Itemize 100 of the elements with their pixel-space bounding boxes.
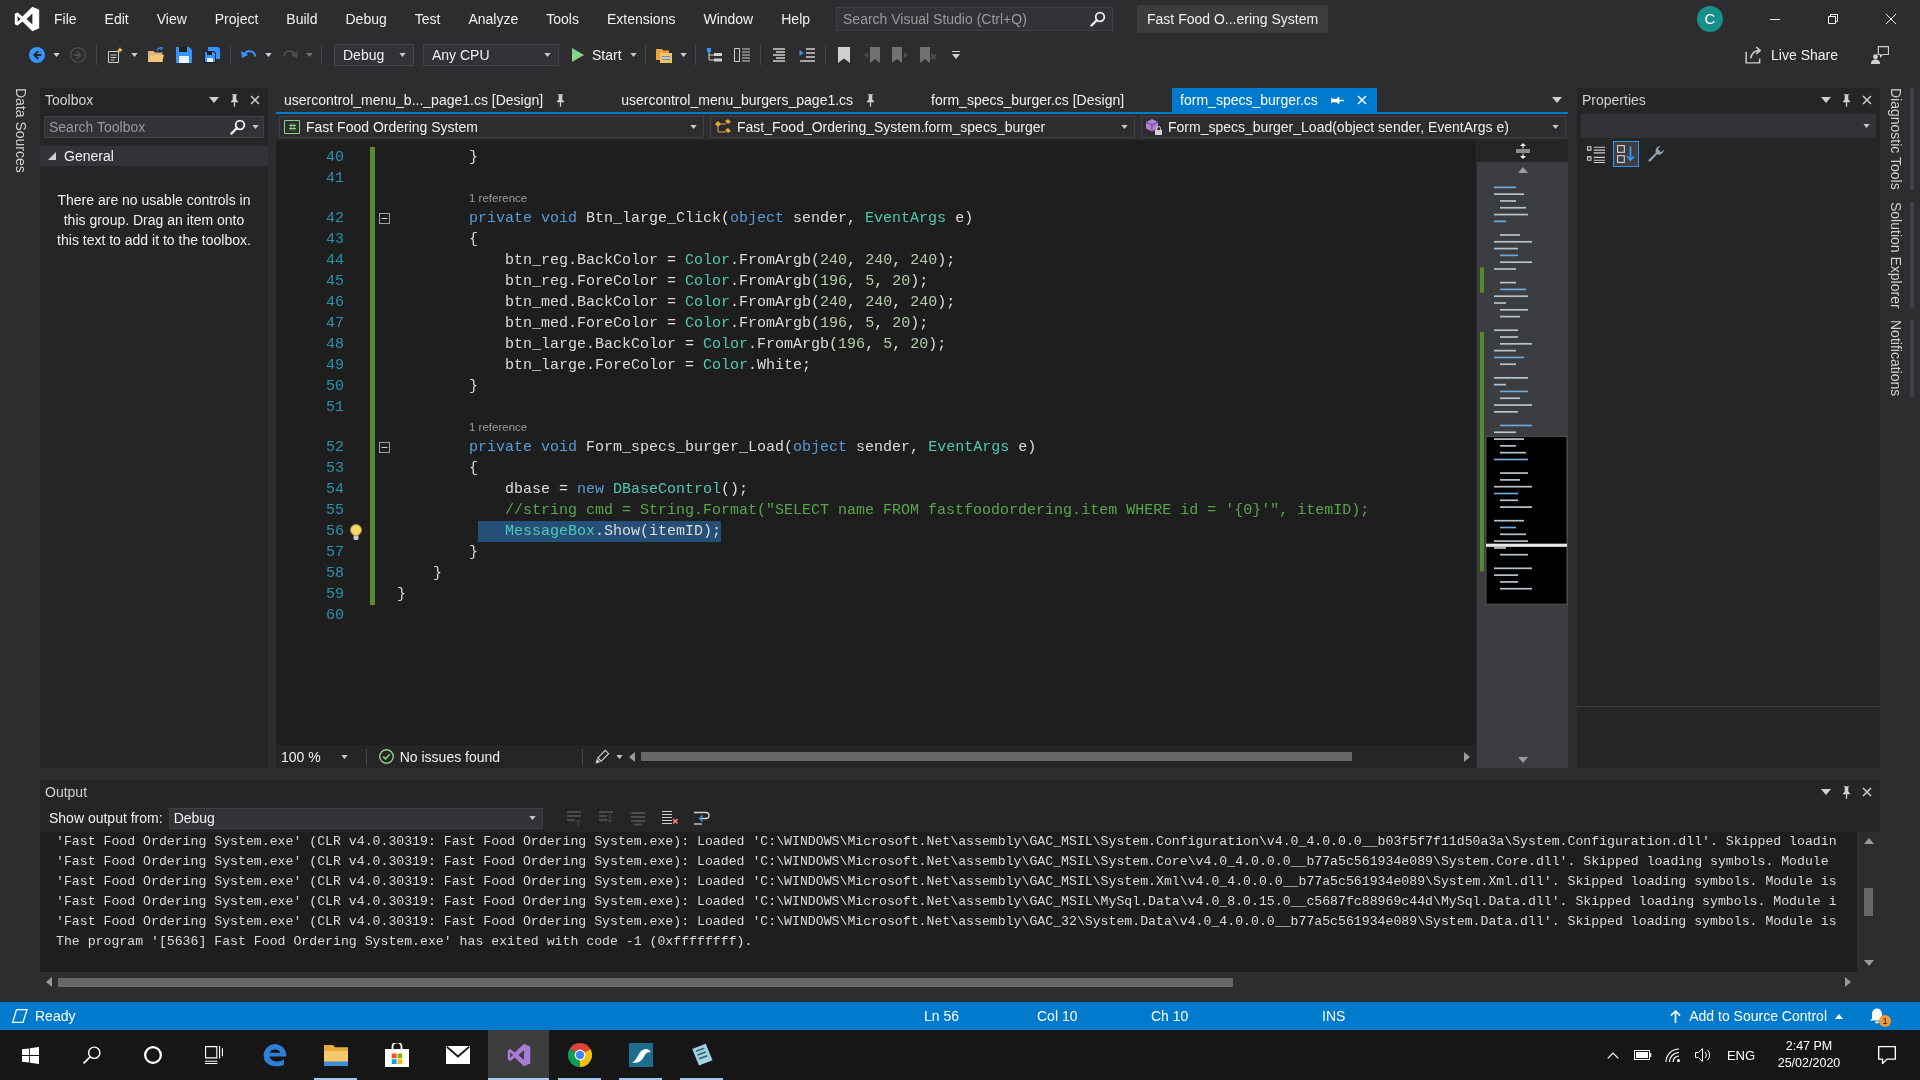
live-share-button[interactable]: Live Share — [1745, 46, 1838, 64]
battery-icon[interactable] — [1634, 1050, 1652, 1060]
menu-item[interactable]: Analyze — [454, 9, 533, 29]
pin-icon[interactable] — [556, 93, 566, 107]
scroll-thumb[interactable] — [1864, 888, 1873, 916]
document-tab[interactable]: form_specs_burger.cs [Design] — [923, 88, 1141, 112]
taskbar-button[interactable] — [488, 1030, 549, 1080]
menu-item[interactable]: Test — [400, 9, 455, 29]
indent-icon[interactable] — [798, 47, 815, 63]
menu-item[interactable]: Build — [272, 9, 332, 29]
type-dropdown[interactable]: Fast_Food_Ordering_System.form_specs_burger — [710, 116, 1135, 138]
side-tab[interactable]: Notifications — [1887, 320, 1914, 397]
menu-item[interactable]: Window — [689, 9, 768, 29]
menu-item[interactable]: Help — [767, 9, 825, 29]
bookmark-icon[interactable] — [837, 47, 850, 63]
account-avatar[interactable]: C — [1697, 6, 1723, 32]
save-icon[interactable] — [176, 47, 192, 63]
start-button[interactable]: Start — [568, 44, 641, 66]
scroll-thumb[interactable] — [58, 977, 1234, 987]
reference-count[interactable]: 1 reference — [469, 192, 528, 204]
menu-item[interactable]: Project — [200, 9, 273, 29]
window-menu-icon[interactable] — [1821, 97, 1831, 103]
overflow-icon[interactable] — [951, 51, 960, 59]
save-all-icon[interactable] — [204, 47, 220, 63]
clock-time[interactable]: 2:47 PM — [1785, 1038, 1833, 1055]
object-selector-field[interactable] — [1581, 114, 1876, 138]
lightbulb-icon[interactable] — [350, 523, 362, 540]
window-menu-icon[interactable] — [1821, 789, 1831, 795]
minimize-icon[interactable] — [1770, 18, 1780, 20]
pin-icon[interactable] — [866, 93, 876, 107]
close-icon[interactable] — [250, 95, 260, 105]
side-tab[interactable]: Solution Explorer — [1887, 201, 1914, 309]
pin-icon[interactable] — [1842, 93, 1851, 107]
message-icon[interactable] — [1878, 1046, 1896, 1064]
search-field[interactable]: Search Toolbox — [44, 116, 264, 138]
columns-icon[interactable] — [733, 47, 750, 63]
view-button[interactable] — [1613, 141, 1639, 167]
back-icon[interactable] — [29, 47, 45, 63]
collapse-icon[interactable] — [378, 213, 390, 224]
caret-icon[interactable] — [53, 53, 60, 57]
zoom-dropdown[interactable]: 100 % — [281, 747, 354, 766]
document-tab[interactable]: usercontrol_menu_burgers_page1.cs — [613, 88, 892, 112]
restore-icon[interactable] — [1828, 14, 1838, 24]
menu-item[interactable]: File — [40, 9, 91, 29]
search-icon[interactable] — [1090, 11, 1107, 27]
new-item-icon[interactable] — [107, 47, 123, 63]
toolbar-dropdown[interactable]: Any CPU — [423, 44, 559, 66]
language-indicator[interactable]: ENG — [1726, 1047, 1756, 1063]
tree-view-icon[interactable] — [705, 47, 722, 63]
output-source-dropdown[interactable]: Debug — [168, 807, 543, 829]
caret-icon[interactable] — [131, 53, 138, 57]
scroll-thumb[interactable] — [641, 752, 1352, 761]
menu-item[interactable]: Tools — [532, 9, 593, 29]
caret-icon[interactable] — [265, 53, 272, 57]
scroll-down-icon[interactable] — [1863, 960, 1874, 966]
volume-icon[interactable] — [1695, 1048, 1711, 1062]
window-menu-icon[interactable] — [209, 97, 219, 103]
member-dropdown[interactable]: Form_specs_burger_Load(object sender, EventArgs e) — [1141, 116, 1566, 138]
split-handle-icon[interactable] — [1514, 143, 1531, 159]
pin-icon[interactable] — [1842, 785, 1851, 799]
search-field[interactable]: Search Visual Studio (Ctrl+Q) — [836, 7, 1114, 31]
pin-icon[interactable] — [1330, 95, 1344, 105]
brush-icon[interactable] — [595, 749, 611, 764]
caret-icon[interactable] — [679, 53, 687, 57]
menu-item[interactable]: Extensions — [592, 9, 690, 29]
open-folder-icon[interactable] — [148, 47, 164, 63]
source-control-button[interactable]: Add to Source Control — [1670, 1008, 1843, 1024]
caret-icon[interactable] — [616, 754, 624, 759]
side-tab[interactable]: Diagnostic Tools — [1887, 88, 1914, 190]
chevron-up-icon[interactable] — [1607, 1051, 1619, 1059]
align-lines-icon[interactable] — [770, 47, 787, 63]
group-header[interactable]: General — [40, 146, 268, 166]
scroll-up-icon[interactable] — [1863, 838, 1874, 844]
clock-date[interactable]: 25/02/2020 — [1777, 1055, 1841, 1072]
wifi-icon[interactable] — [1665, 1048, 1681, 1062]
issues-status[interactable]: No issues found — [399, 748, 501, 765]
word-wrap-icon[interactable] — [693, 810, 710, 826]
toolbar-dropdown[interactable]: Debug — [334, 44, 414, 66]
document-tab[interactable]: form_specs_burger.cs — [1172, 88, 1377, 112]
menu-item[interactable]: View — [142, 9, 201, 29]
scroll-up-icon[interactable] — [1517, 167, 1528, 173]
scroll-right-icon[interactable] — [1845, 977, 1851, 987]
menu-item[interactable]: Edit — [90, 9, 143, 29]
document-tab[interactable]: usercontrol_menu_b..._page1.cs [Design] — [276, 88, 582, 112]
pin-icon[interactable] — [230, 93, 239, 107]
scroll-left-icon[interactable] — [46, 977, 52, 987]
side-tab[interactable]: Data Sources — [12, 88, 29, 173]
caret-icon[interactable] — [252, 125, 259, 129]
folder-search-icon[interactable] — [655, 47, 672, 63]
close-icon[interactable] — [1862, 95, 1872, 105]
tab-list-icon[interactable] — [1552, 97, 1562, 103]
scroll-right-icon[interactable] — [1464, 751, 1470, 762]
clear-all-icon[interactable] — [661, 810, 678, 826]
project-dropdown[interactable]: Fast Food Ordering System — [279, 116, 704, 138]
reference-count[interactable]: 1 reference — [469, 421, 528, 433]
menu-item[interactable]: Debug — [331, 9, 401, 29]
feedback-icon[interactable] — [1871, 46, 1889, 64]
search-icon[interactable] — [230, 119, 246, 135]
collapse-icon[interactable] — [378, 442, 390, 453]
scroll-left-icon[interactable] — [629, 751, 636, 762]
